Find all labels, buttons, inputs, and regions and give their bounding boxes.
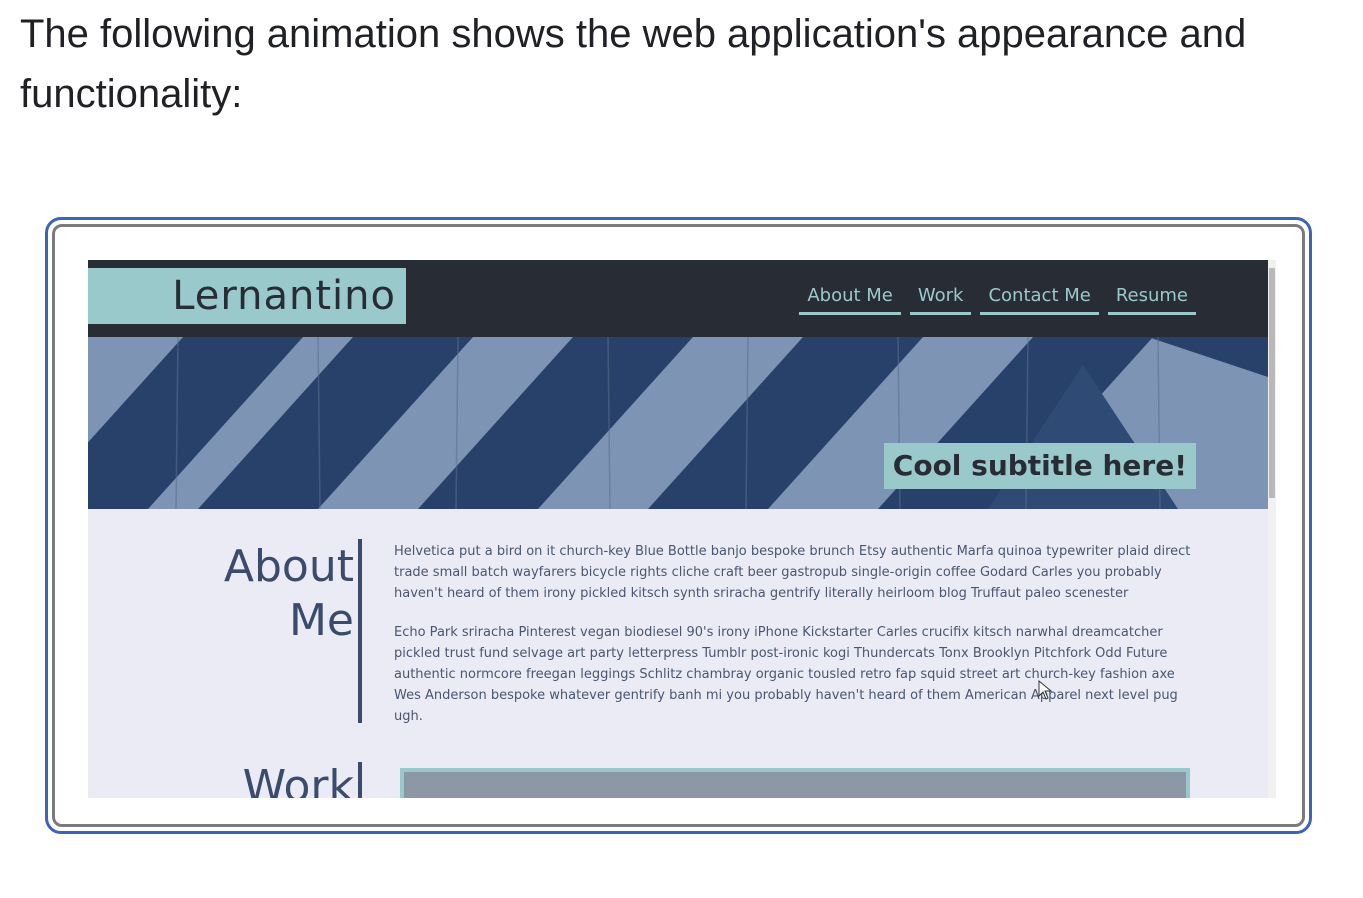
animation-frame-inner: Lernantino About Me Work Contact Me Resu… — [52, 224, 1305, 827]
about-me-text: Helvetica put a bird on it church-key Bl… — [394, 541, 1194, 745]
about-me-divider — [358, 539, 362, 723]
nav-link-about-me[interactable]: About Me — [799, 282, 901, 315]
about-paragraph-2: Echo Park sriracha Pinterest vegan biodi… — [394, 625, 1178, 724]
work-divider — [358, 762, 362, 798]
about-paragraph-1: Helvetica put a bird on it church-key Bl… — [394, 544, 1191, 601]
hero-subtitle: Cool subtitle here! — [883, 443, 1196, 489]
mouse-cursor-icon — [1038, 680, 1053, 700]
hero-banner: Cool subtitle here! — [88, 337, 1268, 509]
nav-link-work[interactable]: Work — [909, 282, 972, 315]
nav-links: About Me Work Contact Me Resume — [799, 282, 1196, 315]
nav-link-contact-me[interactable]: Contact Me — [980, 282, 1099, 315]
nav-link-resume[interactable]: Resume — [1107, 282, 1196, 315]
animation-frame: Lernantino About Me Work Contact Me Resu… — [45, 217, 1312, 834]
work-featured-project[interactable] — [400, 768, 1190, 798]
scrollbar[interactable] — [1268, 260, 1276, 798]
about-me-heading-line2: Me — [288, 595, 354, 646]
intro-text: The following animation shows the web ap… — [20, 12, 1247, 116]
site-logo[interactable]: Lernantino — [88, 268, 406, 324]
scrollbar-thumb[interactable] — [1269, 268, 1275, 498]
work-heading: Work — [242, 761, 354, 798]
website-preview: Lernantino About Me Work Contact Me Resu… — [88, 260, 1276, 798]
navbar: Lernantino About Me Work Contact Me Resu… — [88, 260, 1268, 337]
about-me-heading-line1: About — [223, 541, 354, 592]
about-me-heading: About Me — [224, 540, 354, 648]
